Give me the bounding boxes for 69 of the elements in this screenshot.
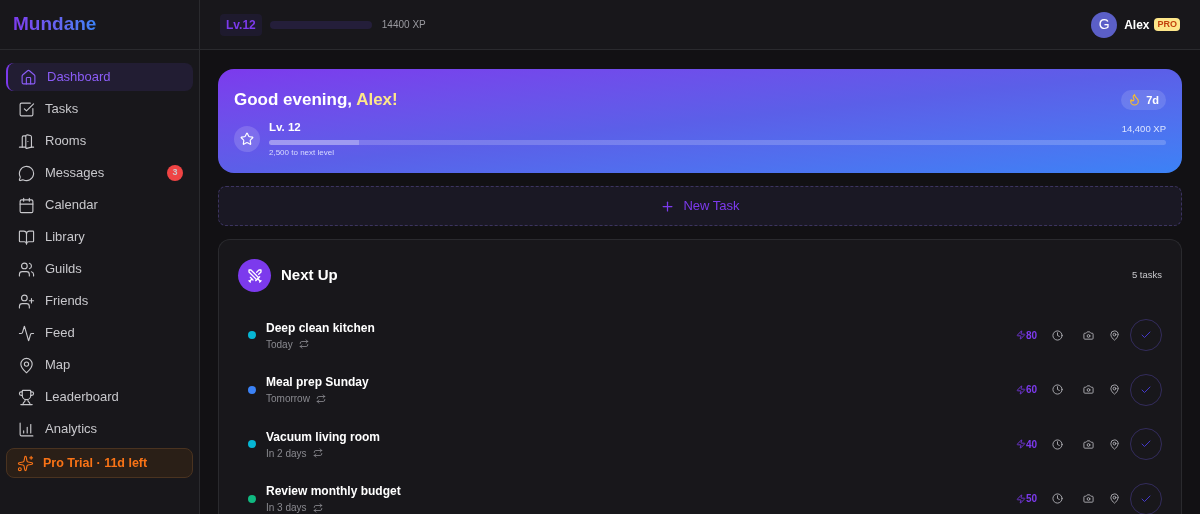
sidebar-item[interactable]: Tasks bbox=[6, 95, 193, 123]
checkbox-icon bbox=[18, 100, 35, 118]
task-title: Deep clean kitchen bbox=[266, 319, 376, 337]
xp-total: 14,400 XP bbox=[1121, 121, 1166, 136]
book-icon bbox=[18, 228, 35, 246]
sidebar-item[interactable]: Messages 3 bbox=[6, 159, 193, 187]
task-due: In 3 days bbox=[266, 501, 307, 514]
task-title: Review monthly budget bbox=[266, 483, 402, 501]
bar-chart-icon bbox=[18, 420, 35, 438]
camera-icon[interactable] bbox=[1083, 438, 1094, 450]
sidebar-item[interactable]: Rooms bbox=[6, 127, 193, 155]
clock-icon[interactable] bbox=[1052, 384, 1063, 396]
sidebar-item[interactable]: Leaderboard bbox=[6, 383, 193, 411]
repeat-icon bbox=[315, 393, 326, 404]
door-icon bbox=[18, 132, 35, 150]
sidebar-item[interactable]: Analytics bbox=[6, 415, 193, 443]
sidebar-item[interactable]: Friends bbox=[6, 287, 193, 315]
level-label: Lv. 12 bbox=[269, 119, 302, 135]
pulse-icon bbox=[18, 324, 35, 342]
camera-icon[interactable] bbox=[1083, 493, 1094, 505]
task-points: 80 bbox=[1015, 327, 1037, 343]
trophy-icon bbox=[18, 388, 35, 406]
map-pin-icon[interactable] bbox=[1109, 329, 1120, 341]
calendar-icon bbox=[18, 196, 35, 214]
repeat-icon bbox=[312, 448, 323, 459]
camera-icon[interactable] bbox=[1083, 329, 1094, 341]
sidebar-item[interactable]: Guilds bbox=[6, 255, 193, 283]
clock-icon[interactable] bbox=[1052, 329, 1063, 341]
repeat-icon bbox=[312, 502, 323, 513]
task-points: 50 bbox=[1015, 491, 1037, 507]
unread-count-badge: 3 bbox=[167, 165, 183, 181]
task-count: 5 tasks bbox=[1131, 268, 1162, 283]
users-icon bbox=[18, 260, 35, 278]
map-pin-icon[interactable] bbox=[1109, 438, 1120, 450]
sidebar-item[interactable]: Dashboard bbox=[6, 63, 193, 91]
task-points: 60 bbox=[1015, 382, 1037, 398]
map-pin-icon bbox=[18, 356, 35, 374]
next-level-text: 2,500 to next level bbox=[269, 146, 335, 159]
greeting-title: Good evening, Alex! bbox=[234, 89, 399, 111]
sidebar-item[interactable]: Calendar bbox=[6, 191, 193, 219]
xp-total: 14400 XP bbox=[381, 18, 426, 32]
map-pin-icon[interactable] bbox=[1109, 384, 1120, 396]
level-badge: Lv.12 bbox=[220, 13, 262, 36]
camera-icon[interactable] bbox=[1083, 384, 1094, 396]
swords-icon bbox=[238, 259, 271, 292]
pro-badge: PRO bbox=[1154, 17, 1180, 32]
user-avatar[interactable]: G bbox=[1091, 11, 1118, 38]
repeat-icon bbox=[298, 339, 309, 350]
pro-trial-button[interactable]: Pro Trial · 11d left bbox=[6, 448, 193, 478]
task-title: Vacuum living room bbox=[266, 428, 382, 446]
sparkles-icon bbox=[17, 454, 34, 472]
card-title: Next Up bbox=[281, 265, 339, 286]
clock-icon[interactable] bbox=[1052, 493, 1063, 505]
task-due: In 2 days bbox=[266, 446, 307, 461]
sidebar-item[interactable]: Feed bbox=[6, 319, 193, 347]
map-pin-icon[interactable] bbox=[1109, 493, 1120, 505]
task-due: Tomorrow bbox=[266, 392, 310, 407]
user-plus-icon bbox=[18, 292, 35, 310]
task-points: 40 bbox=[1015, 436, 1037, 452]
streak-badge: 7d bbox=[1121, 89, 1166, 110]
task-due: Today bbox=[266, 337, 293, 352]
home-icon bbox=[20, 68, 37, 86]
user-name: Alex bbox=[1124, 16, 1150, 34]
sidebar-item[interactable]: Map bbox=[6, 351, 193, 379]
task-title: Meal prep Sunday bbox=[266, 374, 370, 392]
plus-icon bbox=[660, 198, 676, 214]
chat-bubble-icon bbox=[18, 164, 35, 182]
clock-icon[interactable] bbox=[1052, 438, 1063, 450]
sidebar-item[interactable]: Library bbox=[6, 223, 193, 251]
